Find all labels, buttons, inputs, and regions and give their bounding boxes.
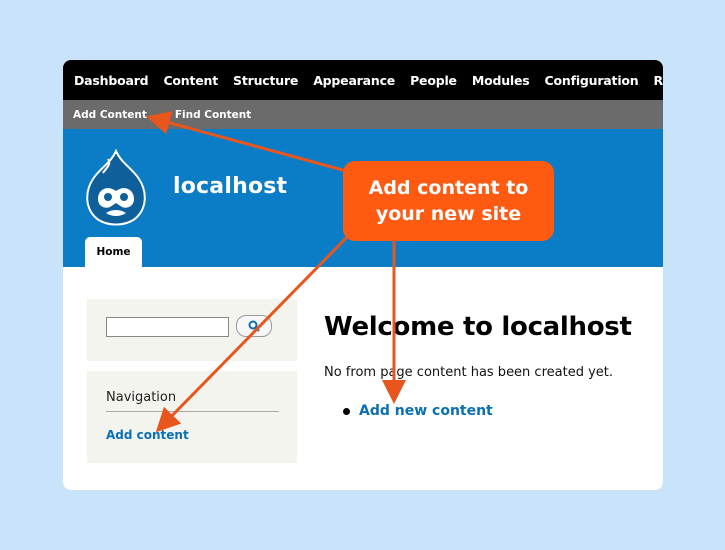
toolbar-appearance[interactable]: Appearance bbox=[313, 73, 395, 88]
toolbar-modules[interactable]: Modules bbox=[472, 73, 530, 88]
drupal-drop-icon[interactable] bbox=[81, 149, 151, 227]
callout-box: Add content to your new site bbox=[343, 161, 554, 241]
shortcut-bar: Add Content Find Content bbox=[63, 100, 663, 131]
navigation-block: Navigation Add content bbox=[87, 371, 297, 463]
search-icon bbox=[248, 320, 260, 332]
tab-home[interactable]: Home bbox=[85, 237, 142, 267]
add-new-content-link[interactable]: Add new content bbox=[359, 403, 493, 419]
toolbar-content[interactable]: Content bbox=[163, 73, 218, 88]
search-block bbox=[87, 299, 297, 361]
shortcut-add-content[interactable]: Add Content bbox=[73, 109, 147, 121]
toolbar-configuration[interactable]: Configuration bbox=[545, 73, 639, 88]
search-button[interactable] bbox=[236, 315, 272, 337]
divider bbox=[106, 411, 279, 412]
toolbar-reports[interactable]: Reports bbox=[654, 73, 664, 88]
toolbar-structure[interactable]: Structure bbox=[233, 73, 298, 88]
toolbar-dashboard[interactable]: Dashboard bbox=[74, 73, 149, 88]
sidebar-add-content-link[interactable]: Add content bbox=[106, 428, 189, 442]
toolbar-people[interactable]: People bbox=[410, 73, 457, 88]
site-name[interactable]: localhost bbox=[173, 174, 287, 199]
bullet-icon bbox=[343, 408, 350, 415]
callout-line-1: Add content to bbox=[368, 177, 529, 199]
shortcut-find-content[interactable]: Find Content bbox=[175, 109, 251, 121]
page-title: Welcome to localhost bbox=[324, 312, 632, 342]
navigation-title: Navigation bbox=[106, 390, 177, 405]
browser-page: Dashboard Content Structure Appearance P… bbox=[63, 60, 663, 490]
admin-toolbar: Dashboard Content Structure Appearance P… bbox=[63, 60, 663, 100]
callout-line-2: your new site bbox=[375, 203, 522, 225]
search-input[interactable] bbox=[106, 317, 229, 337]
empty-message: No from page content has been created ye… bbox=[324, 365, 614, 380]
